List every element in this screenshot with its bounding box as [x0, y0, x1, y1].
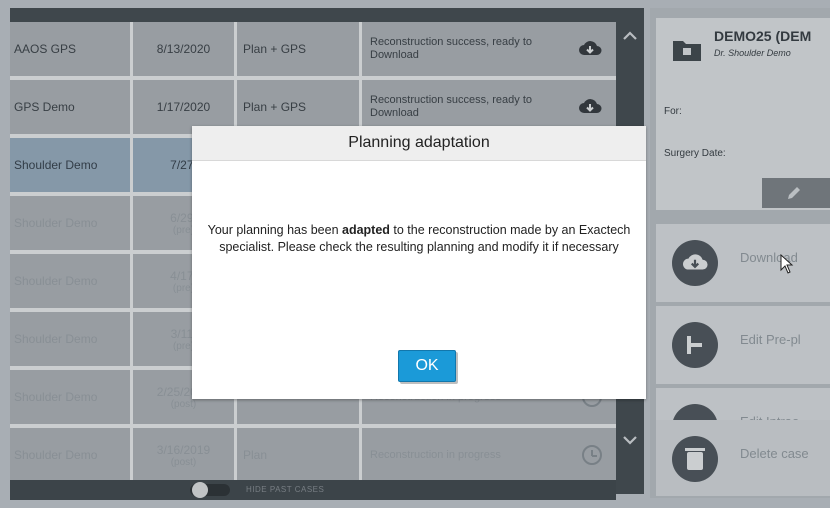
- message-bold: adapted: [342, 223, 390, 237]
- app-window: AAOS GPS 8/13/2020 Plan + GPS Reconstruc…: [0, 0, 830, 508]
- message-part-1: Your planning has been: [207, 223, 342, 237]
- dialog-message: Your planning has been adapted to the re…: [202, 222, 636, 256]
- mouse-cursor-icon: [780, 254, 794, 274]
- planning-adaptation-dialog: Planning adaptation Your planning has be…: [192, 126, 646, 399]
- ok-button[interactable]: OK: [398, 350, 456, 382]
- dialog-title: Planning adaptation: [192, 126, 646, 161]
